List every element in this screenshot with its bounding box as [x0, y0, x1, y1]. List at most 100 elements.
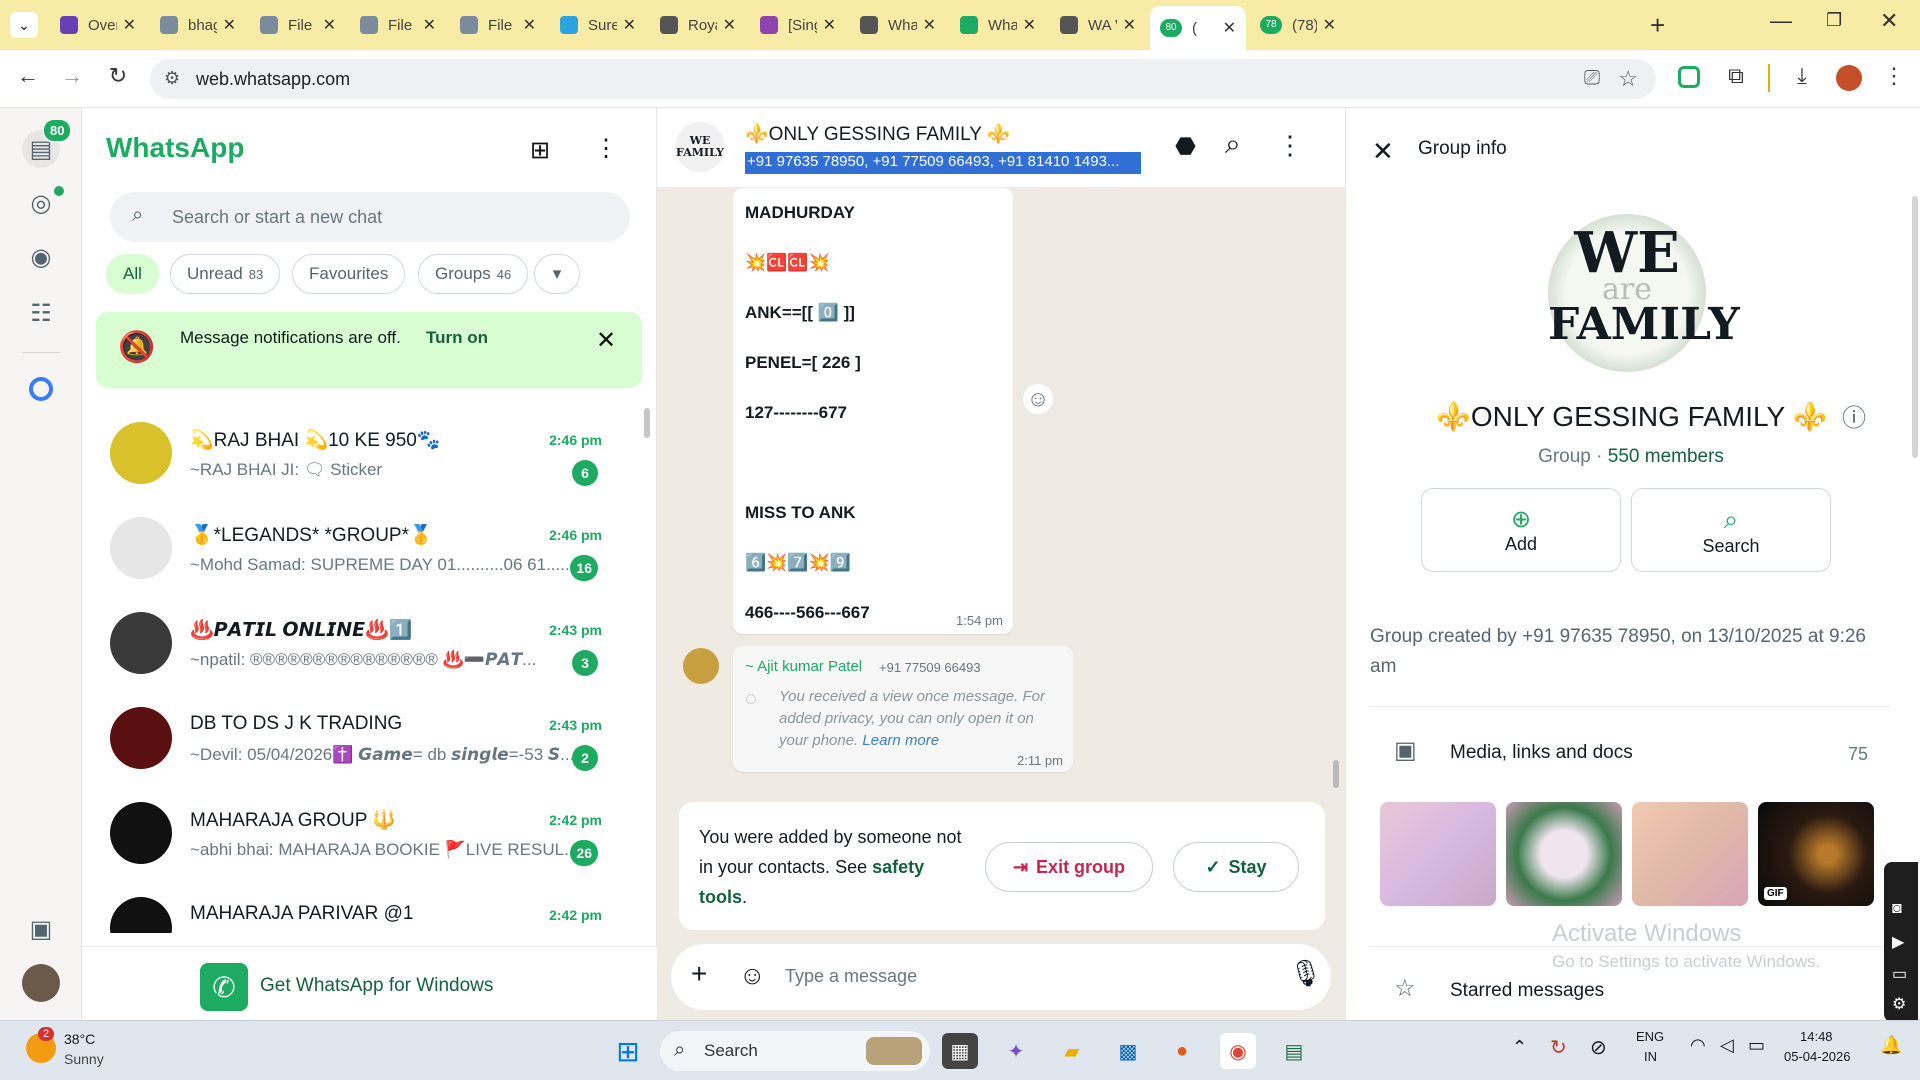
- chat-list-scrollbar[interactable]: [644, 408, 650, 438]
- battery-icon[interactable]: ▭: [1748, 1035, 1765, 1056]
- filter-more-dropdown[interactable]: ▾: [534, 254, 580, 294]
- conversation-menu-icon[interactable]: ⋮: [1277, 130, 1303, 161]
- stay-button[interactable]: ✓ Stay: [1173, 842, 1299, 892]
- settings-icon[interactable]: ⚙: [1892, 994, 1906, 1014]
- info-icon[interactable]: ⓘ: [1842, 398, 1866, 433]
- new-chat-icon[interactable]: ⊞: [530, 136, 550, 165]
- chat-list-item[interactable]: 🥇*LEGANDS* *GROUP*🥇 2:46 pm ~Mohd Samad: S…: [82, 503, 640, 598]
- close-group-info-icon[interactable]: ✕: [1372, 136, 1394, 167]
- language-line2[interactable]: IN: [1644, 1049, 1657, 1064]
- status-nav-icon[interactable]: ◎: [22, 184, 64, 222]
- tab-close-icon[interactable]: ✕: [1223, 18, 1236, 38]
- chat-list-item[interactable]: DB TO DS J K TRADING 2:43 pm ~Devil: 05/04…: [82, 693, 640, 788]
- filter-chip-all[interactable]: All: [106, 254, 159, 294]
- chat-list-item[interactable]: 💫RAJ BHAI 💫10 KE 950🐾 2:46 pm ~RAJ BHAI JI…: [82, 408, 640, 503]
- conversation-header[interactable]: WE FAMILY ⚜️ONLY GESSING FAMILY ⚜️ +91 9…: [657, 108, 1345, 188]
- forward-button[interactable]: →: [56, 63, 88, 89]
- tray-chevron-icon[interactable]: ⌃: [1512, 1037, 1527, 1058]
- starred-messages-label[interactable]: Starred messages: [1450, 980, 1604, 1002]
- communities-nav-icon[interactable]: ☷: [22, 294, 60, 332]
- video-icon[interactable]: ▶: [1892, 932, 1904, 952]
- site-info-icon[interactable]: ⚙: [164, 68, 180, 89]
- browser-tab[interactable]: 78 (78) V ✕: [1250, 9, 1346, 41]
- windows-start-icon[interactable]: ⊞: [610, 1033, 646, 1069]
- chats-nav-icon[interactable]: ▤ 80: [22, 118, 73, 168]
- file-explorer-icon[interactable]: ▰: [1054, 1033, 1090, 1069]
- downloads-icon[interactable]: ⤓: [1786, 63, 1818, 89]
- firefox-icon[interactable]: ●: [1164, 1033, 1200, 1069]
- sender-avatar[interactable]: [683, 648, 719, 684]
- tab-close-icon[interactable]: ✕: [423, 15, 436, 35]
- tab-close-icon[interactable]: ✕: [1123, 15, 1136, 35]
- view-once-message[interactable]: ~ Ajit kumar Patel +91 77509 66493 ◌ You…: [733, 646, 1073, 772]
- tab-close-icon[interactable]: ✕: [523, 15, 536, 35]
- media-thumbnail-gif[interactable]: GIF: [1758, 802, 1874, 906]
- close-window-button[interactable]: ✕: [1880, 8, 1898, 34]
- language-line1[interactable]: ENG: [1636, 1029, 1664, 1044]
- address-bar[interactable]: ⚙ web.whatsapp.com ⎚ ☆: [150, 59, 1656, 99]
- browser-tab[interactable]: File N ✕: [350, 9, 446, 41]
- taskbar-time[interactable]: 14:48: [1800, 1029, 1833, 1044]
- browser-tab[interactable]: Overv ✕: [50, 9, 146, 41]
- profile-avatar-rail[interactable]: [22, 964, 60, 1002]
- media-nav-icon[interactable]: ▣: [22, 910, 60, 948]
- media-thumbnail[interactable]: [1632, 802, 1748, 906]
- tab-close-icon[interactable]: ✕: [823, 15, 836, 35]
- react-emoji-icon[interactable]: ☺: [1023, 384, 1053, 414]
- group-avatar[interactable]: WE FAMILY: [675, 122, 725, 172]
- minimize-button[interactable]: —: [1770, 8, 1792, 34]
- excel-icon[interactable]: ▤: [1276, 1033, 1312, 1069]
- task-view-icon[interactable]: ▦: [942, 1033, 978, 1069]
- weather-sun-icon[interactable]: 2: [26, 1027, 56, 1063]
- bookmark-star-icon[interactable]: ☆: [1618, 66, 1638, 92]
- browser-menu-icon[interactable]: ⋮: [1878, 63, 1910, 89]
- extension-green-icon[interactable]: [1678, 66, 1700, 88]
- tab-close-icon[interactable]: ✕: [323, 15, 336, 35]
- conversation-scrollbar[interactable]: [1333, 760, 1339, 788]
- chat-list-item[interactable]: MAHARAJA GROUP 🔱 2:42 pm ~abhi bhai: MAHAR…: [82, 788, 640, 883]
- tray-sync-icon[interactable]: ↻: [1550, 1035, 1567, 1060]
- notification-bell-icon[interactable]: 🔔: [1880, 1035, 1902, 1056]
- media-thumbnail[interactable]: [1506, 802, 1622, 906]
- search-group-button[interactable]: ⌕ Search: [1631, 488, 1831, 572]
- members-link[interactable]: 550 members: [1608, 446, 1724, 467]
- tab-close-icon[interactable]: ✕: [1323, 15, 1336, 35]
- search-icon[interactable]: ⌕: [1225, 128, 1241, 161]
- attach-plus-icon[interactable]: +: [691, 958, 707, 990]
- volume-icon[interactable]: ◁: [1720, 1035, 1734, 1056]
- back-button[interactable]: ←: [12, 63, 44, 89]
- tray-network-off-icon[interactable]: ⊘: [1590, 1035, 1607, 1060]
- chat-list-item[interactable]: ♨️𝙋𝘼𝙏𝙄𝙇 𝙊𝙉𝙇𝙄𝙉𝙀♨️1️⃣ 2:43 pm ~npatil: ®®®®®…: [82, 598, 640, 693]
- browser-tab[interactable]: bhag ✕: [150, 9, 246, 41]
- camera-icon[interactable]: ◙: [1892, 900, 1902, 918]
- group-profile-logo[interactable]: WE are FAMILY: [1548, 214, 1740, 372]
- emoji-sticker-icon[interactable]: ☺: [739, 960, 766, 991]
- browser-tab[interactable]: 80 (✕: [1150, 6, 1246, 50]
- tab-close-icon[interactable]: ✕: [123, 15, 136, 35]
- browser-tab[interactable]: Surer ✕: [550, 9, 646, 41]
- filter-chip-groups[interactable]: Groups 46: [418, 254, 529, 294]
- tab-close-icon[interactable]: ✕: [623, 15, 636, 35]
- learn-more-link[interactable]: Learn more: [862, 732, 939, 749]
- browser-tab[interactable]: File N ✕: [450, 9, 546, 41]
- sender-name[interactable]: ~ Ajit kumar Patel: [745, 658, 862, 675]
- tab-close-icon[interactable]: ✕: [723, 15, 736, 35]
- turn-on-link[interactable]: Turn on: [426, 328, 488, 348]
- chat-list-item[interactable]: MAHARAJA PARIVAR @12:42 pm~abhi bhai: MA…: [82, 883, 640, 933]
- message-input[interactable]: Type a message: [785, 966, 917, 987]
- restore-button[interactable]: ❐: [1826, 10, 1842, 31]
- browser-tab[interactable]: File N ✕: [250, 9, 346, 41]
- channels-nav-icon[interactable]: ◉: [22, 238, 60, 276]
- store-icon[interactable]: ▩: [1110, 1033, 1146, 1069]
- browser-tab[interactable]: [Sing ✕: [750, 9, 846, 41]
- wifi-icon[interactable]: ◠: [1690, 1035, 1706, 1056]
- chrome-icon[interactable]: ◉: [1220, 1033, 1256, 1069]
- sidebar-menu-icon[interactable]: ⋮: [594, 134, 618, 163]
- taskbar-date[interactable]: 05-04-2026: [1784, 1049, 1851, 1064]
- message-bubble-incoming[interactable]: MADHURDAY 💥🆑🆑💥 ANK==[[ 0️⃣ ]] PENEL=[ 226 ]…: [733, 188, 1013, 634]
- filter-chip-unread[interactable]: Unread 83: [170, 254, 281, 294]
- window-icon[interactable]: ▭: [1892, 964, 1907, 984]
- taskbar-search[interactable]: ⌕ Search: [660, 1031, 930, 1071]
- tab-close-icon[interactable]: ✕: [1023, 15, 1036, 35]
- tab-close-icon[interactable]: ✕: [223, 15, 236, 35]
